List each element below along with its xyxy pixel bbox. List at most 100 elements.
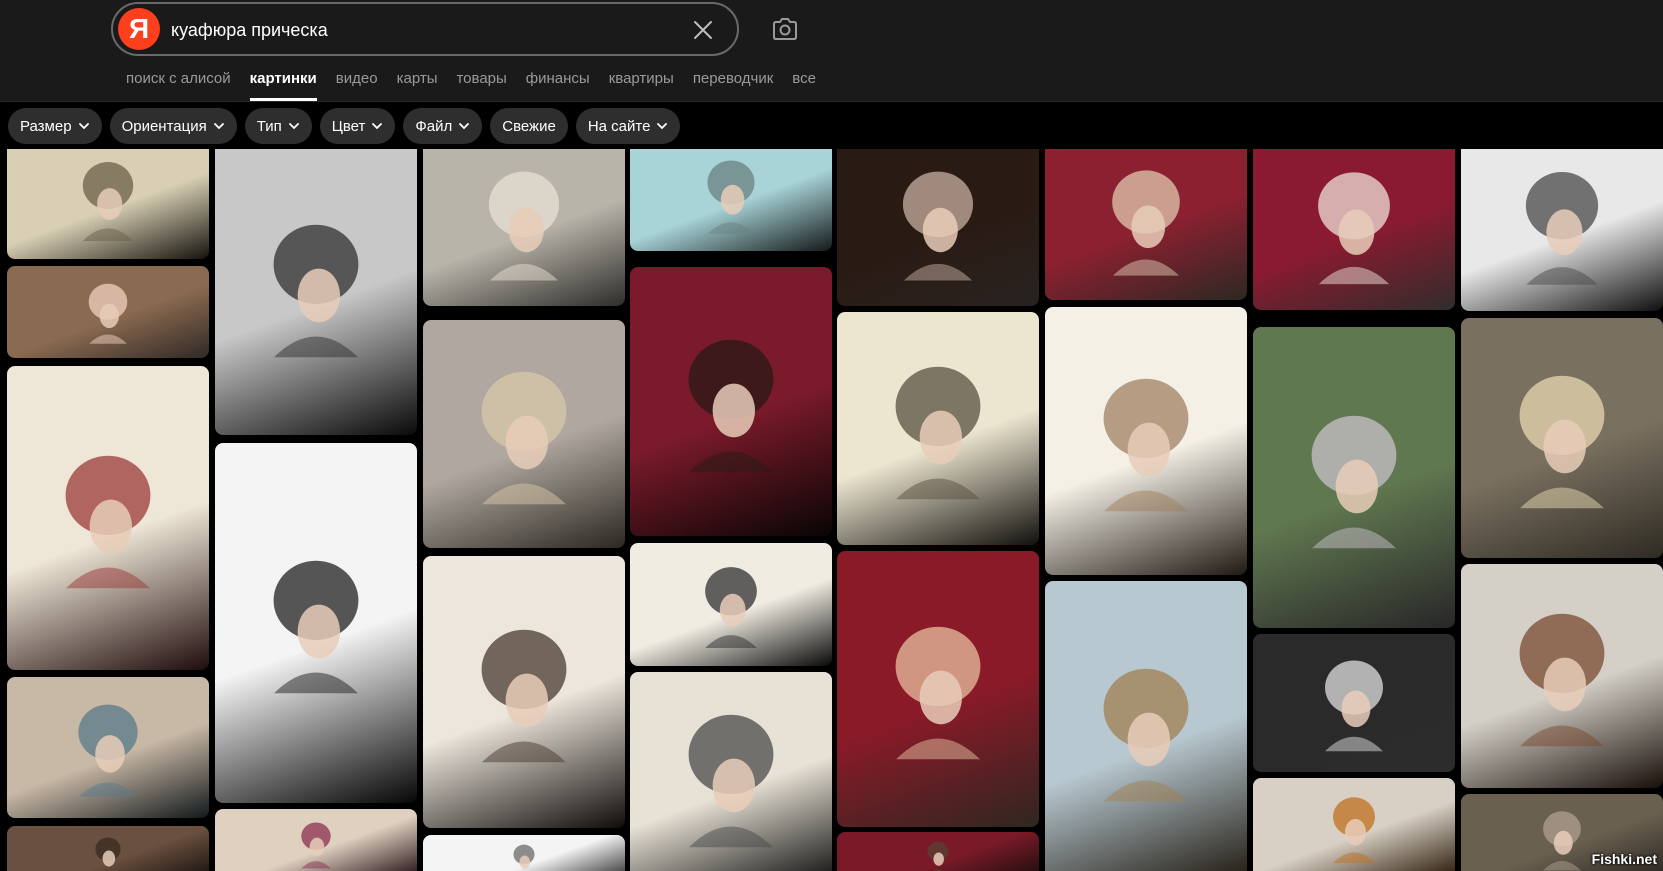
thumbnail-image [1112, 169, 1180, 276]
image-result-tile[interactable] [630, 672, 832, 871]
thumbnail-image [1103, 668, 1189, 802]
filter-chip-3[interactable]: Цвет [319, 108, 396, 144]
filter-chip-label: Файл [415, 117, 453, 135]
thumbnail-image [1325, 660, 1383, 752]
image-result-tile[interactable] [423, 835, 625, 871]
image-result-tile[interactable] [630, 543, 832, 666]
image-result-tile[interactable] [1253, 778, 1455, 871]
image-result-tile[interactable] [215, 149, 417, 435]
thumbnail-image [705, 566, 757, 648]
image-result-tile[interactable] [1461, 564, 1663, 788]
chevron-down-icon [459, 123, 470, 130]
thumbnail-image [488, 171, 560, 281]
filter-chip-0[interactable]: Размер [8, 108, 102, 144]
image-result-tile[interactable] [423, 320, 625, 548]
filter-chip-label: Размер [20, 117, 72, 135]
thumbnail-image [902, 171, 974, 281]
filter-chip-6[interactable]: На сайте [575, 108, 681, 144]
image-result-tile[interactable] [837, 832, 1039, 871]
image-result-tile[interactable] [630, 267, 832, 536]
tab-1[interactable]: картинки [249, 70, 317, 101]
thumbnail-image [273, 224, 359, 358]
camera-icon [773, 18, 797, 40]
thumbnail-image [895, 366, 981, 500]
thumbnail-image [78, 704, 138, 797]
thumbnail-image [895, 626, 981, 760]
thumbnail-image [1519, 375, 1605, 509]
image-result-tile[interactable] [1045, 581, 1247, 871]
tab-7[interactable]: переводчик [693, 70, 773, 101]
search-box[interactable]: Я [111, 2, 739, 56]
thumbnail-image [301, 822, 331, 869]
filter-chip-2[interactable]: Тип [244, 108, 312, 144]
image-results-grid [0, 149, 1663, 871]
clear-search-button[interactable] [689, 16, 717, 44]
thumbnail-image [65, 455, 151, 589]
filter-chip-1[interactable]: Ориентация [109, 108, 237, 144]
thumbnail-image [1318, 171, 1390, 285]
image-result-tile[interactable] [7, 826, 209, 871]
tab-0[interactable]: поиск с алисой [126, 70, 231, 101]
image-result-tile[interactable] [837, 312, 1039, 545]
filter-chip-label: Тип [256, 117, 282, 135]
filter-chip-label: Цвет [331, 117, 366, 135]
search-tabs: поиск с алисой картинки видео карты товары фи… [126, 70, 835, 101]
image-result-tile[interactable] [7, 366, 209, 670]
tab-2[interactable]: видео [336, 70, 378, 101]
thumbnail-image [1333, 797, 1375, 863]
close-icon [694, 21, 712, 39]
thumbnail-image [707, 160, 755, 235]
image-result-tile[interactable] [1253, 149, 1455, 310]
chevron-down-icon [78, 123, 89, 130]
thumbnail-image [88, 283, 128, 345]
thumbnail-image [273, 560, 359, 694]
tab-4[interactable]: товары [456, 70, 506, 101]
image-result-tile[interactable] [7, 677, 209, 818]
chevron-down-icon [288, 123, 299, 130]
image-result-tile[interactable] [837, 149, 1039, 306]
thumbnail-image [1311, 415, 1397, 549]
filter-chip-4[interactable]: Файл [403, 108, 483, 144]
chevron-down-icon [213, 123, 224, 130]
image-result-tile[interactable] [423, 149, 625, 306]
thumbnail-image [95, 837, 121, 871]
image-result-tile[interactable] [1045, 307, 1247, 575]
image-result-tile[interactable] [215, 443, 417, 803]
watermark: Fishki.net [1591, 851, 1657, 867]
search-input[interactable] [171, 16, 651, 44]
yandex-logo[interactable]: Я [118, 8, 160, 50]
thumbnail-image [927, 841, 949, 871]
image-search-button[interactable] [770, 14, 800, 44]
image-result-tile[interactable] [7, 149, 209, 259]
thumbnail-image [481, 629, 567, 763]
thumbnail-image [513, 844, 535, 869]
tab-6[interactable]: квартиры [609, 70, 674, 101]
image-result-tile[interactable] [423, 556, 625, 828]
thumbnail-image [82, 162, 134, 241]
tab-3[interactable]: карты [397, 70, 438, 101]
thumbnail-image [688, 339, 774, 473]
thumbnail-image [1525, 172, 1599, 286]
image-result-tile[interactable] [1461, 149, 1663, 311]
chevron-down-icon [657, 123, 668, 130]
thumbnail-image [1543, 811, 1581, 871]
thumbnail-image [1519, 613, 1605, 747]
image-result-tile[interactable] [1045, 149, 1247, 300]
image-result-tile[interactable] [837, 551, 1039, 827]
image-result-tile[interactable] [1253, 634, 1455, 772]
filter-bar: Размер Ориентация Тип Цвет Файл Свежие На сайт… [0, 101, 1663, 149]
filter-chips: Размер Ориентация Тип Цвет Файл Свежие На сайт… [8, 108, 681, 144]
filter-chip-5[interactable]: Свежие [490, 108, 568, 144]
image-result-tile[interactable] [215, 809, 417, 871]
chevron-down-icon [372, 123, 383, 130]
tab-8[interactable]: все [792, 70, 816, 101]
image-result-tile[interactable] [1253, 327, 1455, 628]
thumbnail-image [688, 714, 774, 848]
image-result-tile[interactable] [630, 149, 832, 251]
filter-chip-label: На сайте [587, 117, 651, 135]
filter-chip-label: Ориентация [121, 117, 207, 135]
tab-5[interactable]: финансы [526, 70, 590, 101]
filter-chip-label: Свежие [502, 117, 556, 135]
image-result-tile[interactable] [7, 266, 209, 358]
image-result-tile[interactable] [1461, 318, 1663, 558]
